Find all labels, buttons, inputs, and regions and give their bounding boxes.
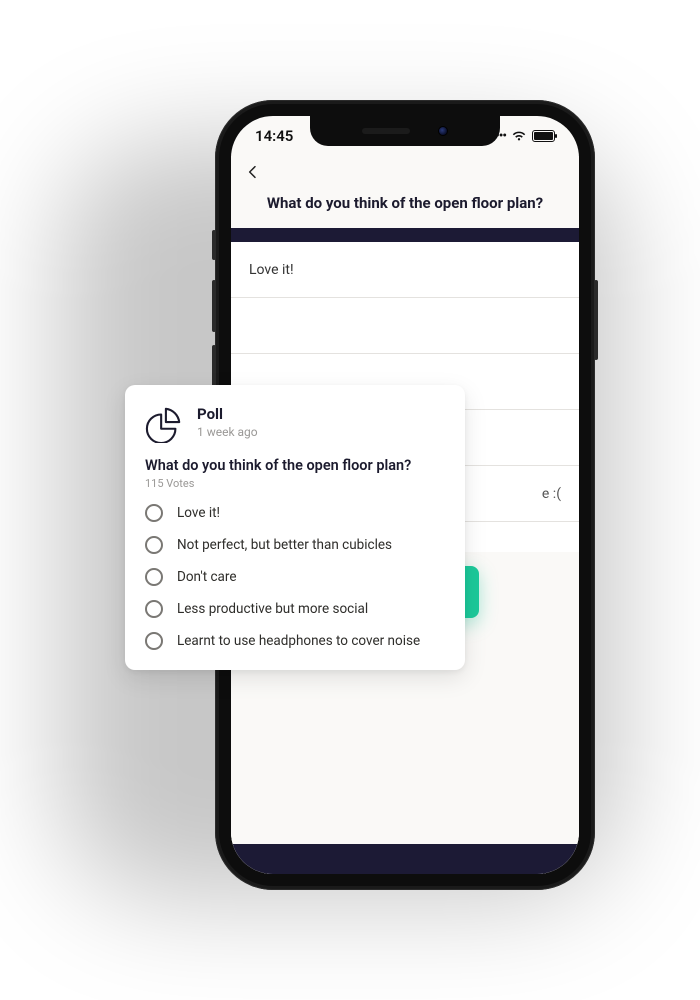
poll-options: Love it! Not perfect, but better than cu… xyxy=(145,504,445,650)
radio-icon xyxy=(145,568,163,586)
battery-icon xyxy=(532,130,555,142)
poll-option[interactable]: Don't care xyxy=(145,568,445,586)
status-time: 14:45 xyxy=(255,127,293,145)
list-item-label: Love it! xyxy=(249,262,294,278)
poll-option-label: Learnt to use headphones to cover noise xyxy=(177,633,420,649)
phone-notch xyxy=(310,116,500,146)
pie-chart-icon xyxy=(145,405,183,443)
phone-speaker xyxy=(362,128,410,134)
wifi-icon xyxy=(511,130,527,142)
poll-option-label: Less productive but more social xyxy=(177,601,368,617)
poll-option-label: Not perfect, but better than cubicles xyxy=(177,537,392,553)
poll-votes: 115 Votes xyxy=(145,477,445,490)
radio-icon xyxy=(145,536,163,554)
phone-side-button xyxy=(212,280,216,332)
poll-option-label: Love it! xyxy=(177,505,220,521)
list-item[interactable] xyxy=(231,298,579,354)
poll-option[interactable]: Love it! xyxy=(145,504,445,522)
poll-card: Poll 1 week ago What do you think of the… xyxy=(125,385,465,670)
phone-camera xyxy=(438,126,448,136)
list-item[interactable]: Love it! xyxy=(231,242,579,298)
phone-side-button xyxy=(212,230,216,260)
poll-age: 1 week ago xyxy=(197,425,258,439)
poll-option-label: Don't care xyxy=(177,569,236,585)
poll-option[interactable]: Learnt to use headphones to cover noise xyxy=(145,632,445,650)
poll-question: What do you think of the open floor plan… xyxy=(145,457,445,474)
poll-type-label: Poll xyxy=(197,405,258,423)
back-icon[interactable] xyxy=(245,164,261,180)
radio-icon xyxy=(145,600,163,618)
phone-side-button xyxy=(594,280,598,360)
page-title: What do you think of the open floor plan… xyxy=(231,188,579,228)
poll-option[interactable]: Not perfect, but better than cubicles xyxy=(145,536,445,554)
poll-option[interactable]: Less productive but more social xyxy=(145,600,445,618)
list-item-label: e :( xyxy=(542,486,561,502)
radio-icon xyxy=(145,504,163,522)
bottom-bar xyxy=(231,844,579,874)
radio-icon xyxy=(145,632,163,650)
divider-bar xyxy=(231,228,579,242)
